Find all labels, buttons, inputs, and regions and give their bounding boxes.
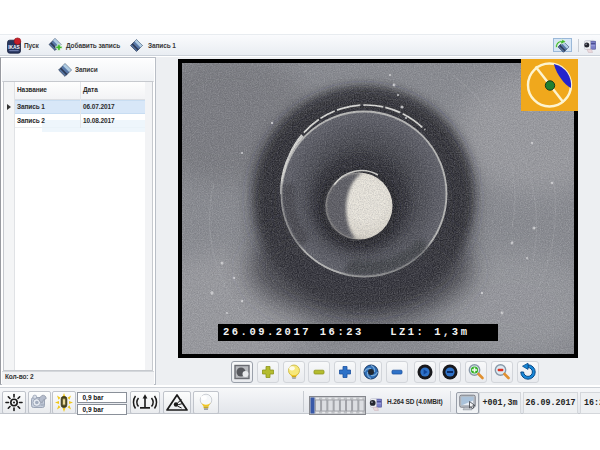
svg-text:IKAS: IKAS bbox=[8, 45, 20, 50]
